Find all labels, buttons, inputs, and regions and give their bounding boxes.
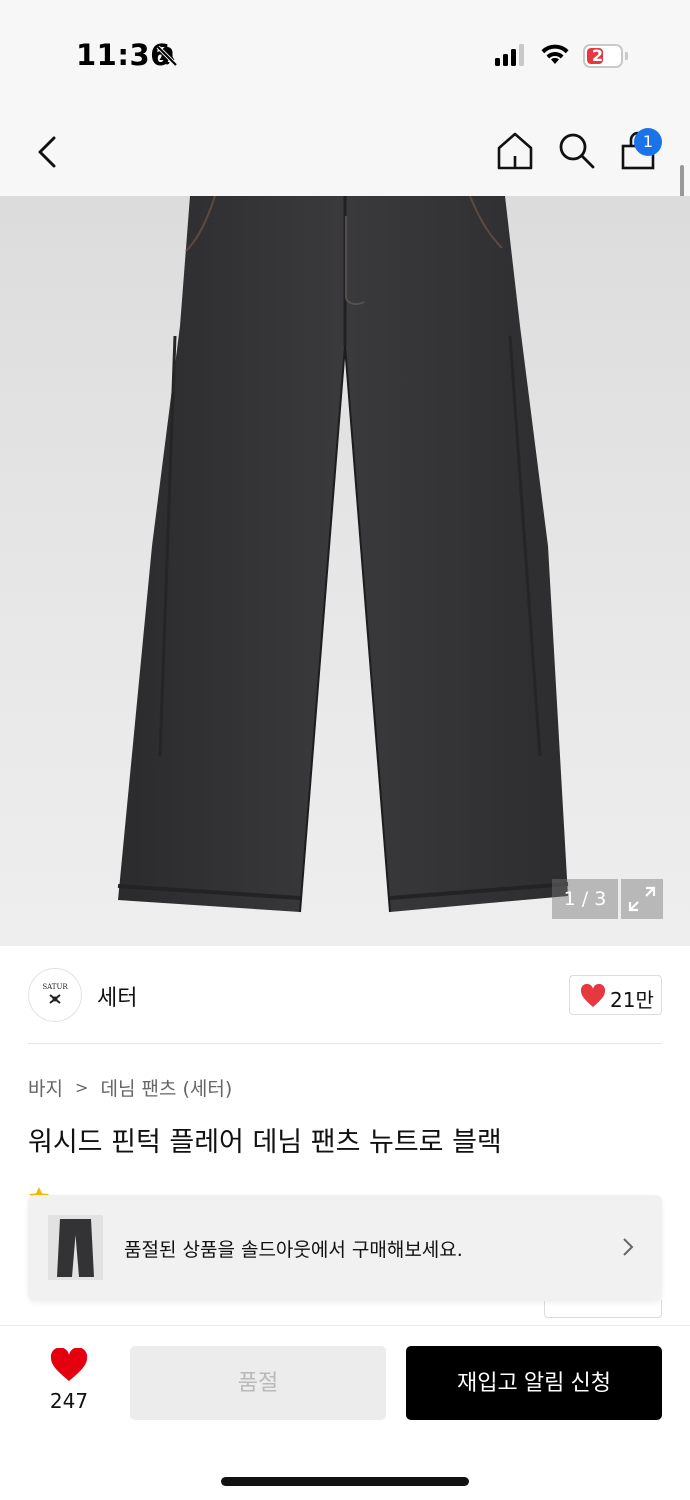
brand-like-count: 21만	[610, 988, 654, 1012]
breadcrumb: 바지 > 데님 팬츠 (세터)	[28, 1074, 232, 1101]
brand-like-button[interactable]: 21만	[569, 975, 662, 1015]
soldout-toast[interactable]: 품절된 상품을 솔드아웃에서 구매해보세요.	[28, 1195, 662, 1301]
cart-count-badge: 1	[634, 128, 662, 156]
product-title: 워시드 핀턱 플레어 데님 팬츠 뉴트로 블랙	[28, 1127, 502, 1158]
battery-level: 20	[591, 46, 615, 65]
divider	[28, 1043, 662, 1044]
like-count: 247	[49, 1389, 89, 1413]
product-photo-jeans	[117, 196, 569, 913]
soldout-button: 품절	[130, 1346, 386, 1420]
home-icon[interactable]	[496, 130, 534, 172]
price-row-partial	[28, 1300, 428, 1316]
toast-message: 품절된 상품을 솔드아웃에서 구매해보세요.	[124, 1239, 463, 1261]
back-icon[interactable]	[30, 132, 66, 172]
restock-alert-button[interactable]: 재입고 알림 신청	[406, 1346, 662, 1420]
top-navigation	[0, 110, 690, 196]
image-counter: 1 / 3	[552, 879, 618, 919]
coupon-button-partial[interactable]	[544, 1300, 662, 1318]
heart-icon[interactable]	[50, 1348, 88, 1382]
chevron-right-icon	[623, 1238, 634, 1256]
heart-icon	[580, 984, 606, 1007]
brand-name[interactable]: 세터	[97, 980, 137, 1012]
status-bar: 11:36 20	[0, 0, 690, 110]
breadcrumb-separator: >	[75, 1078, 89, 1097]
product-image[interactable]	[0, 196, 690, 946]
breadcrumb-subcategory[interactable]: 데님 팬츠 (세터)	[100, 1078, 232, 1100]
expand-icon	[628, 886, 656, 912]
bell-slash-icon	[156, 45, 178, 67]
expand-image-button[interactable]	[621, 879, 663, 919]
wifi-icon	[541, 44, 569, 64]
toast-product-thumbnail	[48, 1215, 103, 1280]
signal-icon	[495, 44, 524, 66]
brand-emblem-icon	[49, 994, 61, 1004]
battery-icon: 20	[583, 44, 629, 68]
search-icon[interactable]	[556, 130, 596, 172]
brand-logo[interactable]: SATUR	[28, 968, 82, 1022]
jeans-thumbnail-icon	[57, 1219, 94, 1277]
home-indicator	[221, 1477, 469, 1486]
breadcrumb-category[interactable]: 바지	[28, 1078, 63, 1100]
